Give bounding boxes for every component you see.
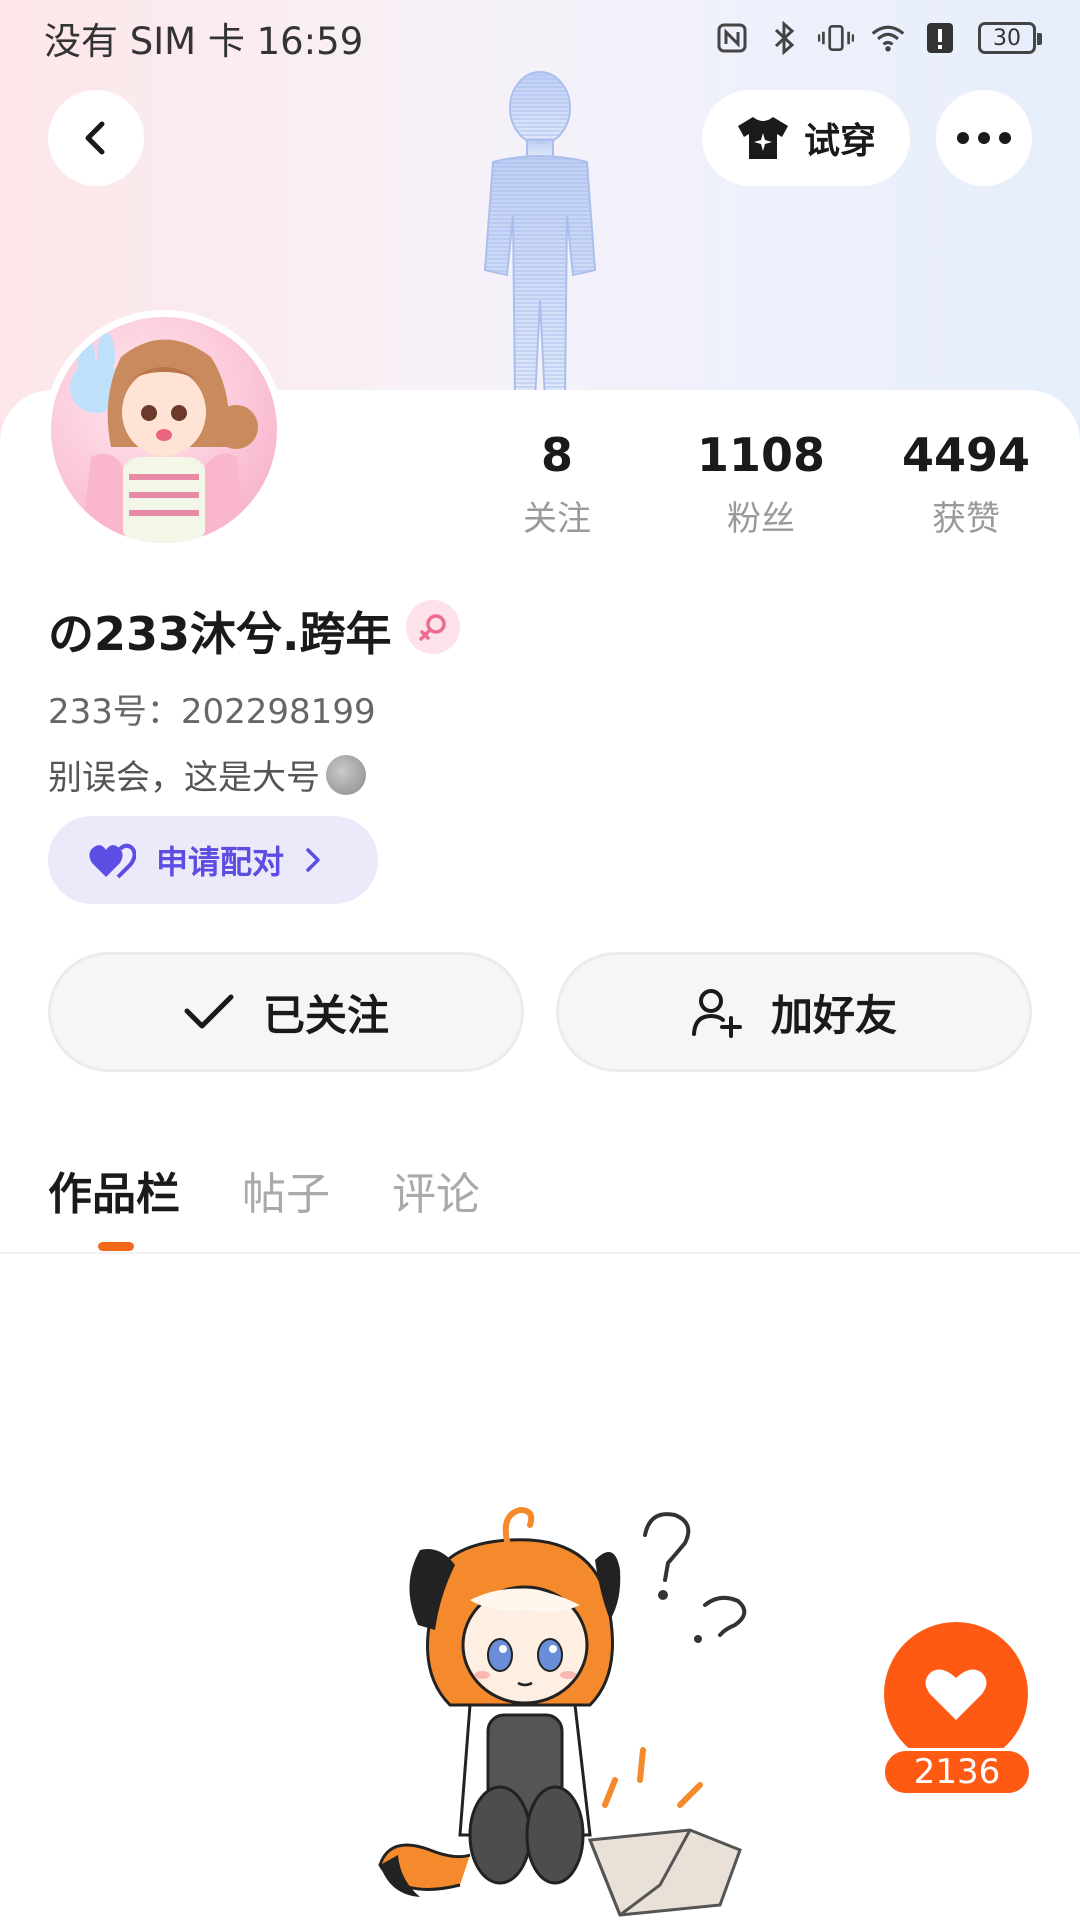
tab-posts[interactable]: 帖子 bbox=[242, 1158, 330, 1222]
pair-request-button[interactable]: 申请配对 bbox=[48, 816, 378, 904]
stat-likes[interactable]: 4494 获赞 bbox=[876, 430, 1056, 540]
avatar-hologram-figure bbox=[483, 71, 597, 400]
alert-icon bbox=[922, 20, 958, 56]
try-on-label: 试穿 bbox=[803, 121, 876, 162]
stat-likes-value: 4494 bbox=[901, 428, 1031, 482]
wifi-icon bbox=[870, 20, 906, 56]
try-on-button[interactable]: 试穿 bbox=[702, 90, 910, 186]
battery-icon: 30 bbox=[978, 22, 1042, 54]
tab-comments[interactable]: 评论 bbox=[392, 1158, 480, 1222]
heart-pair-icon bbox=[89, 843, 136, 879]
more-button[interactable] bbox=[936, 90, 1032, 186]
stat-following-value: 8 bbox=[540, 428, 573, 482]
back-button[interactable] bbox=[48, 90, 144, 186]
like-count-badge: 2136 bbox=[882, 1748, 1032, 1796]
add-friend-button[interactable]: 加好友 bbox=[556, 952, 1032, 1072]
stat-following[interactable]: 8 关注 bbox=[467, 430, 647, 540]
like-button[interactable] bbox=[884, 1622, 1028, 1766]
avatar[interactable] bbox=[44, 310, 284, 550]
empty-state-illustration bbox=[378, 1506, 747, 1917]
status-bar: 没有 SIM 卡 16:59 30 bbox=[0, 0, 1080, 76]
avatar-image bbox=[51, 317, 277, 543]
tshirt-icon bbox=[737, 117, 788, 159]
profile-tabs: 作品栏 帖子 评论 bbox=[48, 1158, 480, 1222]
stat-following-label: 关注 bbox=[523, 498, 591, 539]
stat-fans[interactable]: 1108 粉丝 bbox=[671, 430, 851, 540]
like-count-text: 2136 bbox=[913, 1752, 1001, 1792]
bluetooth-icon bbox=[766, 20, 802, 56]
vibrate-icon bbox=[818, 20, 854, 56]
active-tab-indicator bbox=[98, 1242, 134, 1251]
tab-works[interactable]: 作品栏 bbox=[48, 1158, 180, 1222]
nfc-icon bbox=[714, 20, 750, 56]
add-user-icon bbox=[691, 989, 742, 1038]
followed-label: 已关注 bbox=[262, 990, 389, 1040]
stat-likes-label: 获赞 bbox=[932, 498, 1000, 539]
add-friend-label: 加好友 bbox=[770, 990, 897, 1040]
carrier-time-text: 没有 SIM 卡 16:59 bbox=[44, 20, 364, 63]
user-id: 233号：202298199 bbox=[48, 692, 376, 732]
checkmark-icon bbox=[184, 994, 234, 1029]
moon-emoji-icon bbox=[326, 754, 366, 795]
username: の233沐兮.跨年 bbox=[48, 607, 392, 661]
chevron-left-icon bbox=[85, 121, 105, 155]
stat-fans-value: 1108 bbox=[696, 428, 826, 482]
more-dots-icon bbox=[957, 132, 1011, 144]
stat-fans-label: 粉丝 bbox=[727, 498, 795, 539]
status-icons: 30 bbox=[714, 20, 1042, 56]
bio: 别误会，这是大号 bbox=[48, 750, 366, 799]
battery-level: 30 bbox=[993, 25, 1021, 51]
tabs-divider bbox=[0, 1252, 1080, 1254]
followed-button[interactable]: 已关注 bbox=[48, 952, 524, 1072]
pair-request-label: 申请配对 bbox=[156, 843, 285, 881]
chevron-right-icon bbox=[306, 848, 320, 872]
female-icon bbox=[406, 600, 460, 654]
bio-text: 别误会，这是大号 bbox=[48, 758, 320, 798]
heart-icon bbox=[925, 1669, 987, 1720]
